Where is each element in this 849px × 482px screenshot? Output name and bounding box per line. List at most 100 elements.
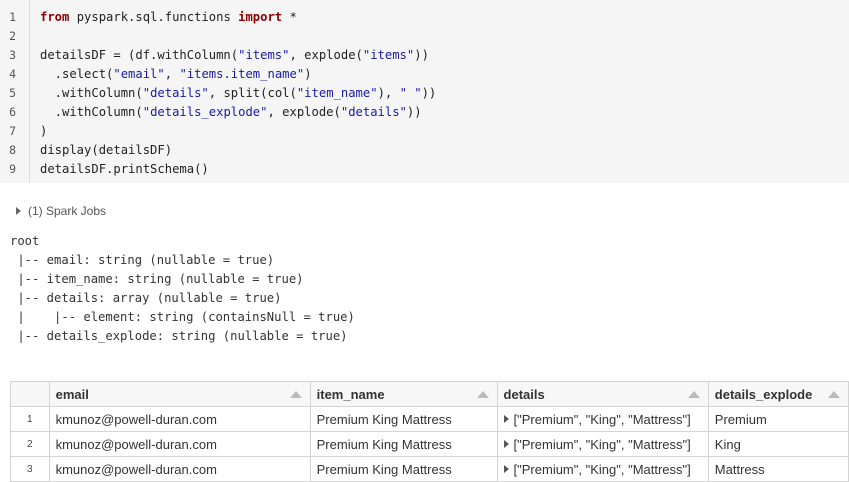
code-string: "details" — [142, 86, 209, 100]
code-line[interactable]: 8 display(detailsDF) — [0, 141, 849, 160]
cell-details[interactable]: ["Premium", "King", "Mattress"] — [496, 431, 709, 457]
line-number: 4 — [9, 67, 16, 81]
code-line[interactable]: 3 detailsDF = (df.withColumn("items", exp… — [0, 46, 849, 65]
schema-line: |-- item_name: string (nullable = true) — [10, 272, 304, 286]
code-line[interactable]: 4 .select("email", "items.item_name") — [0, 65, 849, 84]
code-text[interactable]: detailsDF.printSchema() — [40, 160, 209, 179]
code-text[interactable]: .select("email", "items.item_name") — [40, 65, 312, 84]
table-row: 3 kmunoz@powell-duran.com Premium King M… — [10, 456, 849, 482]
code-line[interactable]: 7) — [0, 122, 849, 141]
column-header-item-name[interactable]: item_name — [309, 381, 498, 407]
table-row: 1 kmunoz@powell-duran.com Premium King M… — [10, 406, 849, 432]
cell-item-name: Premium King Mattress — [309, 456, 498, 482]
code-string: "items" — [238, 48, 290, 62]
code-string: " " — [399, 86, 422, 100]
code-token: .withColumn( — [40, 86, 143, 100]
spark-jobs-label: (1) Spark Jobs — [28, 204, 107, 218]
row-number: 3 — [10, 456, 50, 482]
line-number: 3 — [9, 48, 16, 62]
results-table: email item_name details details_explode … — [10, 381, 849, 482]
spark-jobs-toggle[interactable]: (1) Spark Jobs — [16, 204, 106, 218]
code-token: * — [282, 10, 297, 24]
cell-item-name: Premium King Mattress — [309, 406, 498, 432]
row-number: 1 — [10, 406, 50, 432]
cell-details-value: ["Premium", "King", "Mattress"] — [513, 436, 691, 452]
line-number: 2 — [9, 29, 16, 43]
cell-email: kmunoz@powell-duran.com — [48, 456, 311, 482]
column-header-label: item_name — [316, 386, 385, 402]
column-header-label: details_explode — [714, 386, 813, 402]
sort-icon[interactable] — [476, 391, 489, 398]
code-token: ), — [377, 86, 400, 100]
code-keyword: from — [40, 10, 70, 24]
cell-details[interactable]: ["Premium", "King", "Mattress"] — [496, 406, 709, 432]
code-line[interactable]: 1 from pyspark.sql.functions import * — [0, 8, 849, 27]
code-token: display(detailsDF) — [40, 143, 173, 157]
column-header-details-explode[interactable]: details_explode — [707, 381, 849, 407]
expand-arrow-icon — [16, 207, 21, 215]
row-number: 2 — [10, 431, 50, 457]
cell-details-value: ["Premium", "King", "Mattress"] — [513, 461, 691, 477]
line-number: 5 — [9, 86, 16, 100]
cell-details-explode: King — [707, 431, 849, 457]
code-token: .withColumn( — [40, 105, 143, 119]
expand-arrow-icon[interactable] — [503, 414, 509, 423]
cell-item-name: Premium King Mattress — [309, 431, 498, 457]
code-text[interactable]: ) — [40, 122, 47, 141]
sort-icon[interactable] — [687, 391, 700, 398]
code-line[interactable]: 2 — [0, 27, 849, 46]
cell-email: kmunoz@powell-duran.com — [48, 431, 311, 457]
code-text[interactable]: display(detailsDF) — [40, 141, 172, 160]
code-token: )) — [414, 48, 429, 62]
cell-details-explode: Mattress — [707, 456, 849, 482]
code-cell[interactable]: 1 from pyspark.sql.functions import * 2 3 de… — [0, 0, 849, 183]
code-string: "email" — [113, 67, 165, 81]
column-header-details[interactable]: details — [496, 381, 709, 407]
code-text[interactable]: from pyspark.sql.functions import * — [40, 8, 297, 27]
code-string: "items" — [362, 48, 415, 62]
code-string: "item_name" — [296, 86, 378, 100]
cell-details[interactable]: ["Premium", "King", "Mattress"] — [496, 456, 709, 482]
code-token: )) — [421, 86, 437, 100]
code-token: .select( — [40, 67, 114, 81]
expand-arrow-icon[interactable] — [503, 439, 509, 448]
schema-line: | |-- element: string (containsNull = tr… — [10, 310, 355, 324]
code-string: "details" — [340, 105, 407, 119]
code-line[interactable]: 9 detailsDF.printSchema() — [0, 160, 849, 179]
line-number: 1 — [9, 10, 16, 24]
schema-line: |-- details_explode: string (nullable = … — [10, 329, 348, 343]
sort-icon[interactable] — [289, 391, 302, 398]
expand-arrow-icon[interactable] — [503, 464, 509, 473]
schema-line: |-- email: string (nullable = true) — [10, 253, 275, 267]
code-token: , explode( — [267, 105, 341, 119]
code-line[interactable]: 6 .withColumn("details_explode", explode… — [0, 103, 849, 122]
row-number-header — [10, 381, 50, 407]
code-string: "items.item_name" — [179, 67, 305, 81]
code-line[interactable]: 5 .withColumn("details", split(col("item… — [0, 84, 849, 103]
line-number: 9 — [9, 162, 16, 176]
code-string: "details_explode" — [142, 105, 268, 119]
table-row: 2 kmunoz@powell-duran.com Premium King M… — [10, 431, 849, 457]
column-header-label: details — [503, 386, 545, 402]
code-text[interactable]: detailsDF = (df.withColumn("items", expl… — [40, 46, 429, 65]
cell-details-explode: Premium — [707, 406, 849, 432]
code-token: , explode( — [289, 48, 363, 62]
code-keyword: import — [238, 10, 283, 24]
code-token: detailsDF.printSchema() — [40, 162, 209, 176]
line-number: 7 — [9, 124, 16, 138]
code-token: detailsDF = (df.withColumn( — [40, 48, 239, 62]
code-text[interactable]: .withColumn("details_explode", explode("… — [40, 103, 422, 122]
code-token: ) — [40, 124, 48, 138]
code-token: pyspark.sql.functions — [69, 10, 239, 24]
code-token: ) — [304, 67, 312, 81]
code-token: )) — [406, 105, 422, 119]
code-text[interactable]: .withColumn("details", split(col("item_n… — [40, 84, 437, 103]
line-number: 8 — [9, 143, 16, 157]
code-token: , split(col( — [208, 86, 297, 100]
line-number: 6 — [9, 105, 16, 119]
cell-email: kmunoz@powell-duran.com — [48, 406, 311, 432]
code-token: , — [164, 67, 180, 81]
schema-line: root — [10, 234, 40, 248]
sort-icon[interactable] — [828, 391, 840, 398]
column-header-email[interactable]: email — [48, 381, 311, 407]
